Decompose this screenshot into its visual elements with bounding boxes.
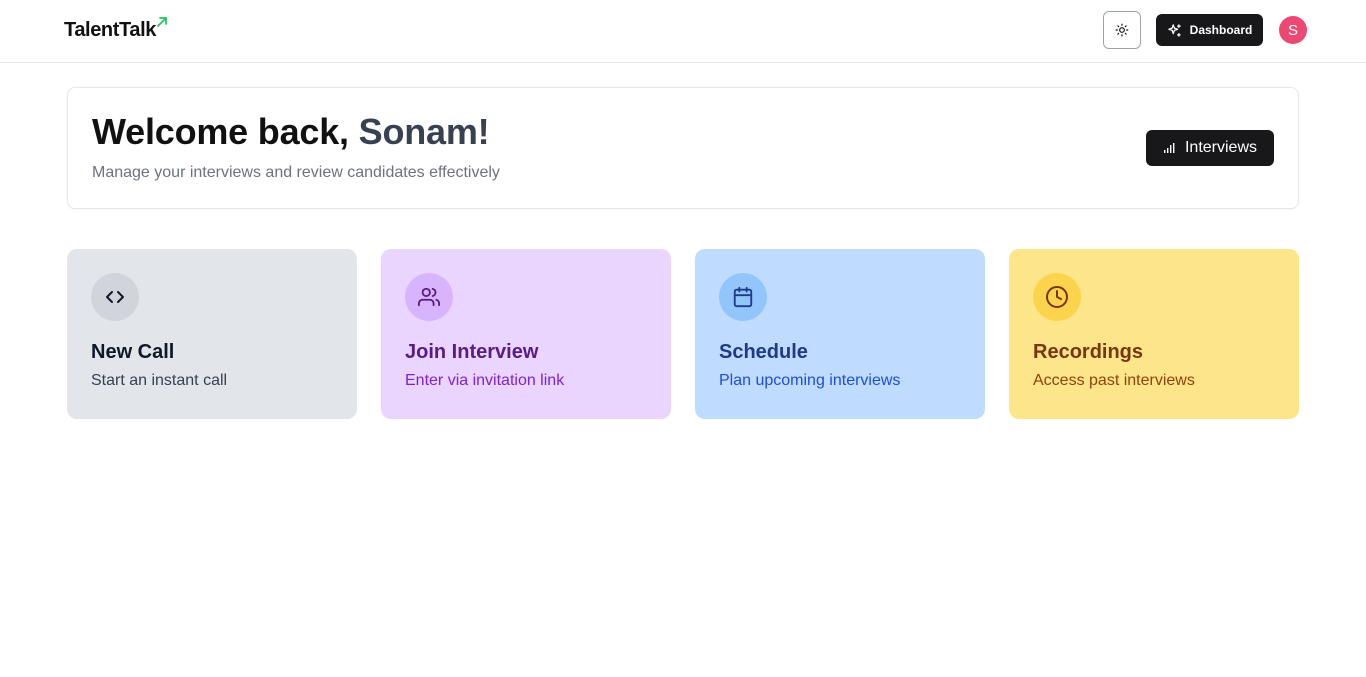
action-card-new-call[interactable]: New Call Start an instant call	[67, 249, 357, 419]
arrow-up-right-icon	[157, 17, 167, 27]
dashboard-button[interactable]: Dashboard	[1156, 14, 1263, 46]
card-description: Enter via invitation link	[405, 372, 565, 389]
logo-text: TalentTalk	[64, 19, 156, 41]
card-description: Plan upcoming interviews	[719, 372, 901, 389]
icon-circle	[91, 273, 139, 321]
page-title: Welcome back, Sonam!	[92, 110, 490, 154]
bar-chart-icon	[1163, 143, 1175, 153]
clock-icon	[1046, 286, 1068, 308]
card-title: Schedule	[719, 341, 808, 363]
code-icon	[106, 291, 124, 303]
card-description: Access past interviews	[1033, 372, 1195, 389]
dashboard-label: Dashboard	[1189, 23, 1253, 37]
greeting-text: Welcome back,	[92, 111, 359, 152]
icon-circle	[719, 273, 767, 321]
theme-toggle-button[interactable]	[1103, 11, 1141, 49]
sparkles-icon	[1167, 23, 1181, 37]
action-card-join-interview[interactable]: Join Interview Enter via invitation link	[381, 249, 671, 419]
card-title: Join Interview	[405, 341, 539, 363]
card-title: Recordings	[1033, 341, 1144, 363]
action-card-recordings[interactable]: Recordings Access past interviews	[1009, 249, 1299, 419]
avatar[interactable]: S	[1279, 16, 1307, 44]
logo[interactable]: TalentTalk	[64, 17, 168, 43]
welcome-card: Welcome back, Sonam! Manage your intervi…	[67, 87, 1299, 209]
card-description: Start an instant call	[91, 372, 228, 389]
top-navbar: TalentTalk Dashboard S	[0, 0, 1366, 63]
icon-circle	[1033, 273, 1081, 321]
interviews-button[interactable]: Interviews	[1146, 130, 1274, 166]
sun-icon	[1115, 23, 1129, 37]
calendar-icon	[733, 286, 753, 308]
user-name: Sonam!	[358, 111, 490, 152]
card-title: New Call	[91, 341, 175, 363]
users-icon	[418, 287, 440, 307]
action-card-schedule[interactable]: Schedule Plan upcoming interviews	[695, 249, 985, 419]
icon-circle	[405, 273, 453, 321]
welcome-subtitle: Manage your interviews and review candid…	[92, 164, 500, 181]
interviews-label: Interviews	[1184, 139, 1258, 156]
